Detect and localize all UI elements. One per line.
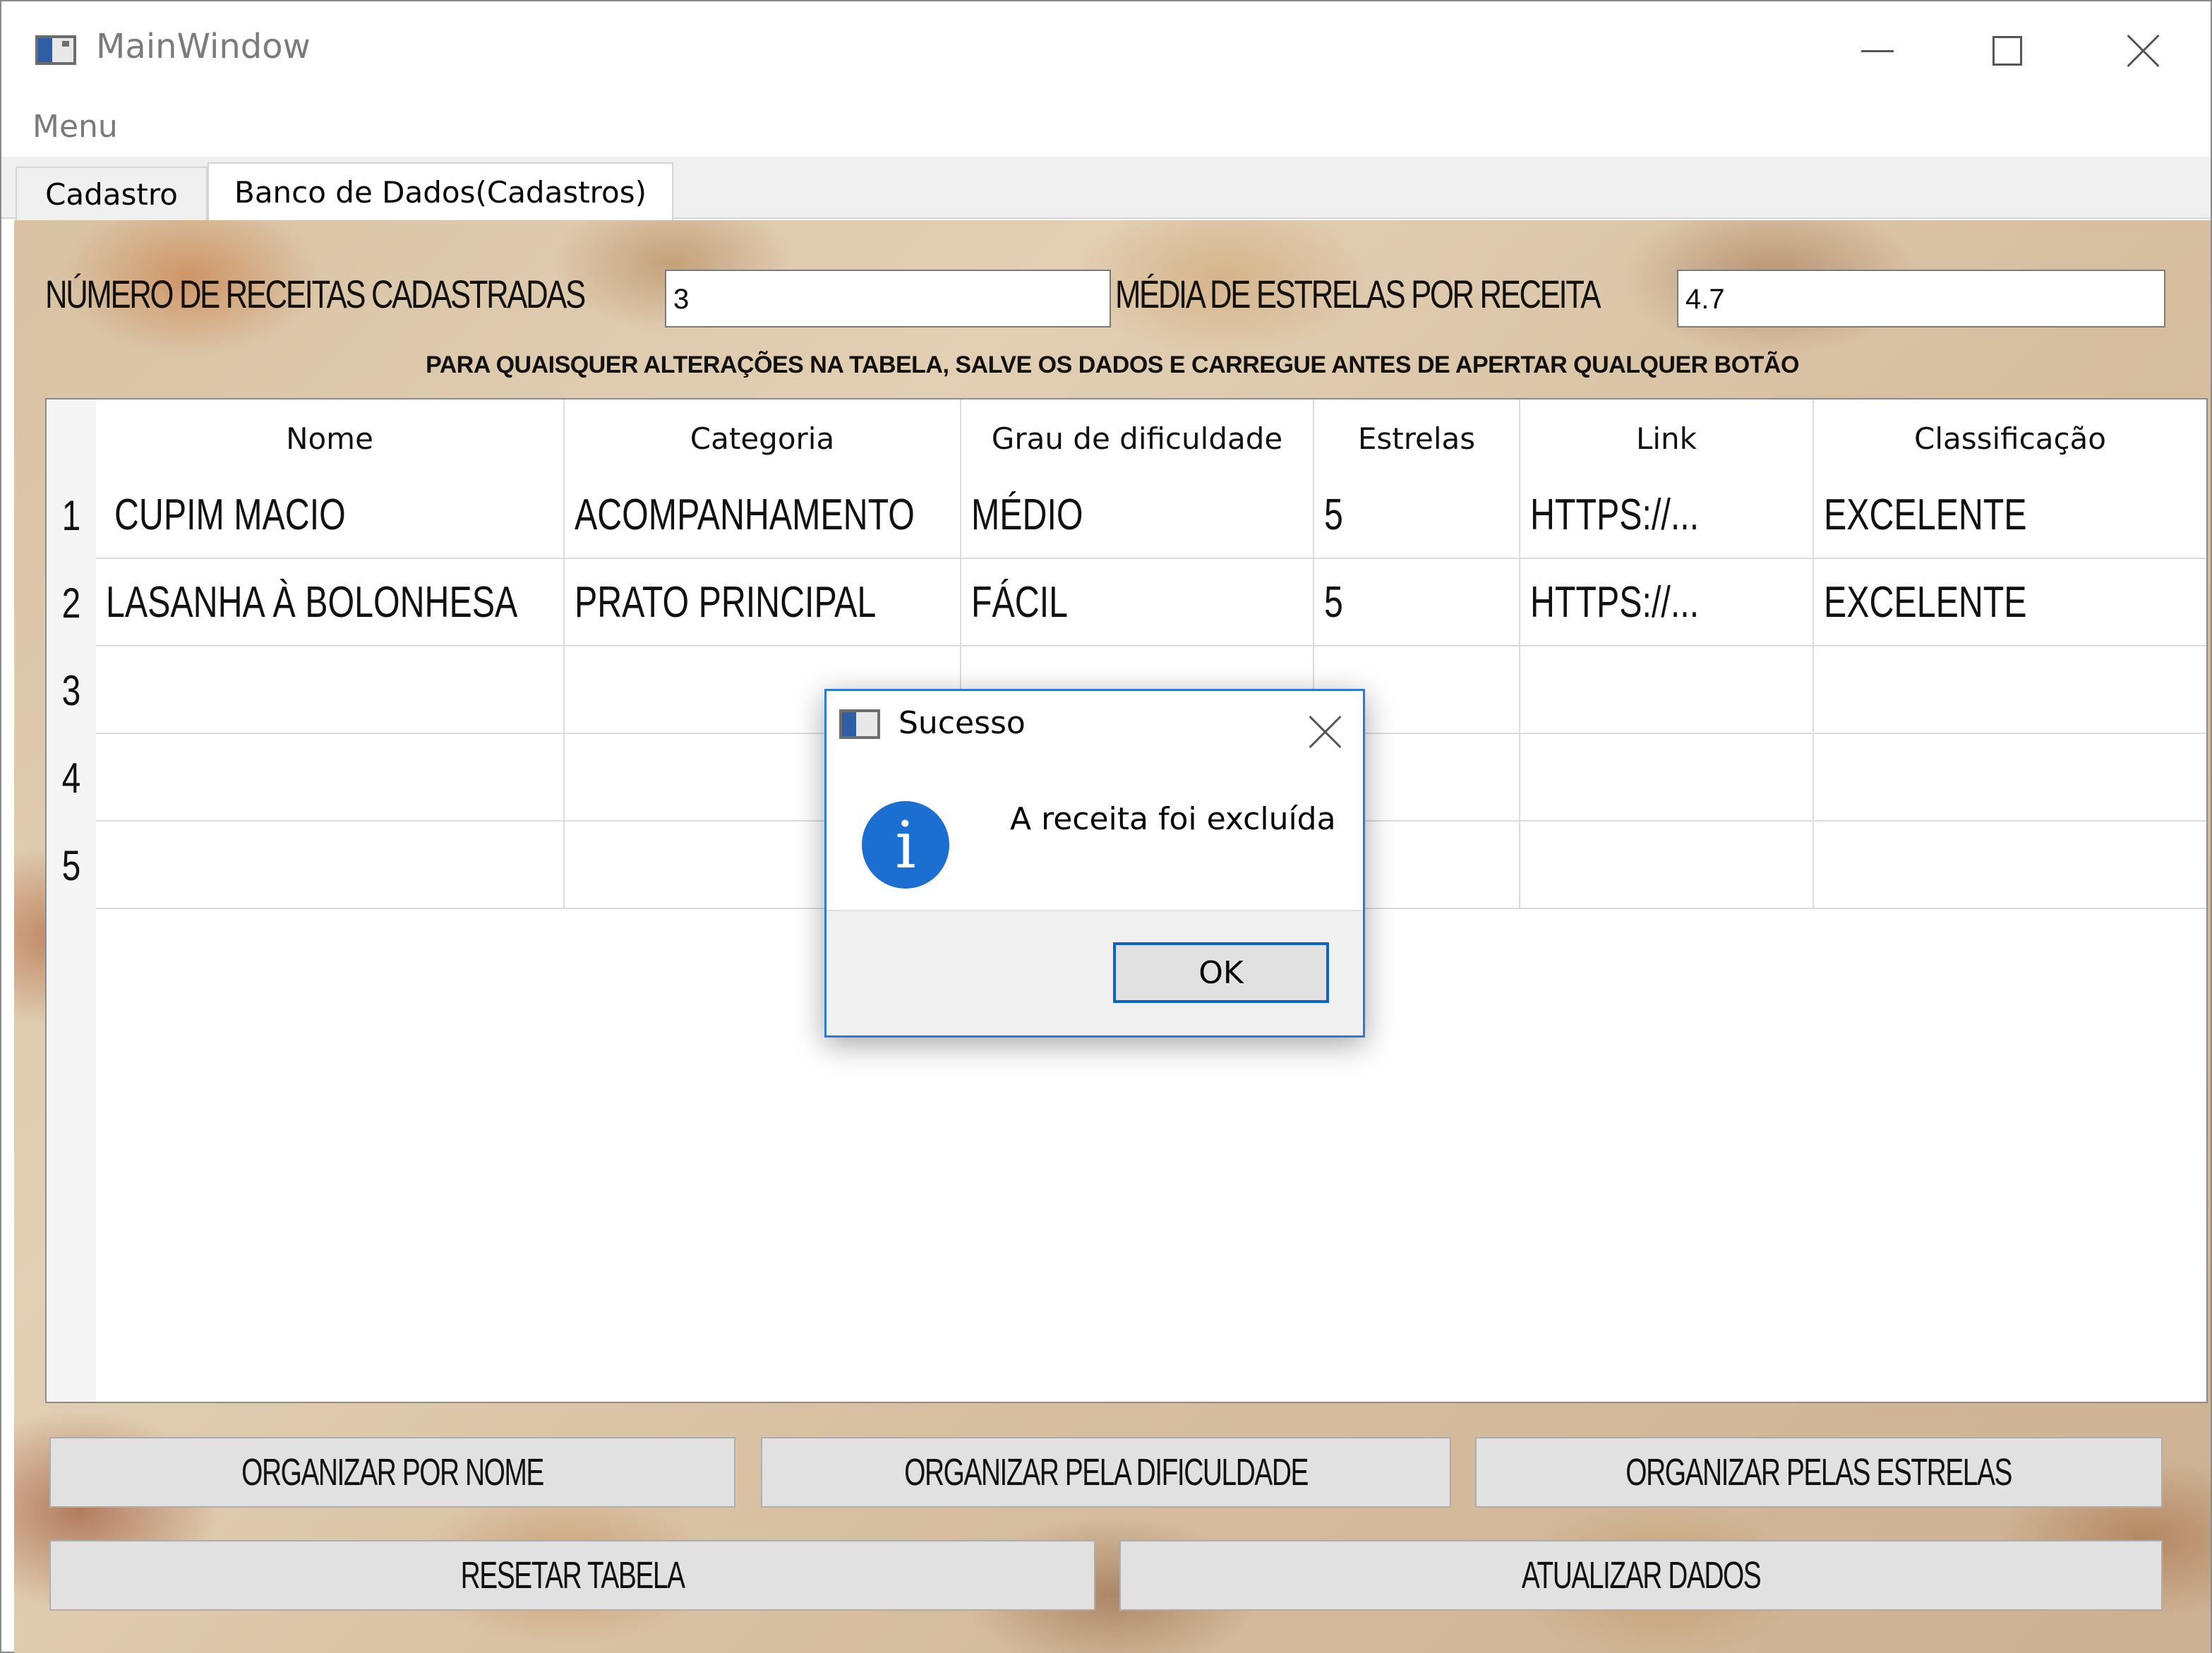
dialog-close-button[interactable] [1297,704,1353,760]
row-number[interactable]: 2 [52,559,91,647]
table-cell[interactable] [1520,822,1814,909]
table-cell[interactable]: FÁCIL [961,559,1314,647]
button-label: RESETAR TABELA [460,1554,685,1597]
save-notice: PARA QUAISQUER ALTERAÇÕES NA TABELA, SAL… [426,351,1799,378]
cell-text: 5 [1324,490,1343,539]
average-stars-label: MÉDIA DE ESTRELAS POR RECEITA [1115,272,1601,316]
minimize-icon [1861,49,1894,52]
sort-by-difficulty-button[interactable]: ORGANIZAR PELA DIFICULDADE [761,1437,1451,1508]
dialog-message: A receita foi excluída [1010,801,1336,837]
success-dialog[interactable]: Sucesso i A receita foi excluída OK [824,689,1365,1038]
button-label: ORGANIZAR POR NOME [241,1451,544,1493]
cell-text: 5 [1324,577,1343,627]
table-cell[interactable] [1814,647,2206,734]
table-cell[interactable]: HTTPS://... [1520,471,1814,559]
table-cell[interactable]: LASANHA À BOLONHESA [96,559,565,647]
table-cell[interactable] [1814,734,2206,822]
row-number[interactable]: 4 [52,734,91,822]
column-header-categoria[interactable]: Categoria [565,399,961,477]
column-header-estrelas[interactable]: Estrelas [1314,399,1520,477]
table-cell[interactable] [96,734,565,822]
dialog-window-icon [839,709,880,739]
cell-text: LASANHA À BOLONHESA [106,577,518,627]
table-cell[interactable]: EXCELENTE [1814,471,2206,559]
maximize-button[interactable] [1944,16,2071,86]
ok-button[interactable]: OK [1113,942,1329,1003]
column-header-link[interactable]: Link [1520,399,1814,477]
recipes-count-field[interactable]: 3 [665,270,1111,327]
info-icon: i [862,801,949,889]
cell-text: HTTPS://... [1530,490,1700,539]
tab-cadastro[interactable]: Cadastro [16,167,208,220]
app-window-icon [35,35,76,65]
table-cell[interactable]: ACOMPANHAMENTO [565,471,961,559]
cell-text: HTTPS://... [1530,577,1700,627]
minimize-button[interactable] [1814,16,1941,86]
cell-text: EXCELENTE [1824,577,2027,627]
cell-text: FÁCIL [971,577,1069,627]
close-button[interactable] [2079,16,2206,86]
column-header-dificuldade[interactable]: Grau de dificuldade [961,399,1314,477]
sort-by-name-button[interactable]: ORGANIZAR POR NOME [49,1437,735,1508]
table-cell[interactable]: 5 [1314,559,1520,647]
sort-by-stars-button[interactable]: ORGANIZAR PELAS ESTRELAS [1475,1437,2163,1508]
recipes-count-label: NÚMERO DE RECEITAS CADASTRADAS [45,272,586,316]
button-label: ATUALIZAR DADOS [1521,1554,1762,1597]
table-cell[interactable] [1520,734,1814,822]
dialog-title: Sucesso [898,705,1026,741]
row-number[interactable]: 3 [52,647,91,734]
table-cell[interactable] [1520,647,1814,734]
table-cell[interactable]: 5 [1314,471,1520,559]
table-cell[interactable]: EXCELENTE [1814,559,2206,647]
column-header-nome[interactable]: Nome [96,399,565,477]
title-bar[interactable]: MainWindow [1,1,2211,97]
row-number[interactable]: 5 [52,822,91,909]
close-icon [1307,714,1342,750]
table-cell[interactable] [96,822,565,909]
button-label: ORGANIZAR PELA DIFICULDADE [904,1451,1309,1493]
cell-text: PRATO PRINCIPAL [575,577,877,627]
cell-text: MÉDIO [971,490,1083,539]
tab-banco-de-dados[interactable]: Banco de Dados(Cadastros) [208,162,673,220]
tab-bar: Cadastro Banco de Dados(Cadastros) [1,157,2211,220]
table-cell[interactable]: CUPIM MACIO [96,471,565,559]
table-cell[interactable] [96,647,565,734]
table-cell[interactable]: HTTPS://... [1520,559,1814,647]
table-cell[interactable] [1814,822,2206,909]
cell-text: CUPIM MACIO [114,490,346,539]
menu-item-menu[interactable]: Menu [32,109,118,145]
dialog-footer: OK [827,910,1363,1035]
update-data-button[interactable]: ATUALIZAR DADOS [1119,1540,2163,1611]
reset-table-button[interactable]: RESETAR TABELA [49,1540,1095,1611]
table-cell[interactable]: PRATO PRINCIPAL [565,559,961,647]
close-icon [2125,33,2160,68]
button-label: ORGANIZAR PELAS ESTRELAS [1625,1451,2013,1493]
average-stars-field[interactable]: 4.7 [1677,270,2165,327]
row-number[interactable]: 1 [52,471,91,559]
table-cell[interactable]: MÉDIO [961,471,1314,559]
cell-text: ACOMPANHAMENTO [575,490,915,539]
maximize-icon [1992,36,2022,66]
window-title: MainWindow [96,27,311,66]
column-header-classificacao[interactable]: Classificação [1814,399,2206,477]
menu-bar: Menu [1,99,2211,157]
cell-text: EXCELENTE [1824,490,2027,539]
